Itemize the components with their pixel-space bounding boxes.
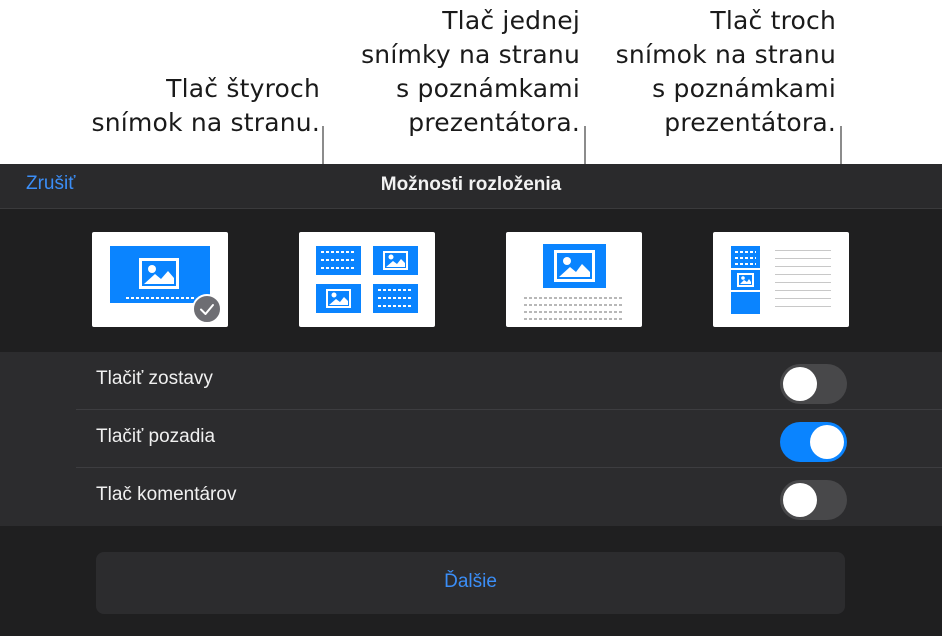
notes-line: [775, 306, 831, 307]
slide-preview: [373, 284, 418, 313]
callout-line: prezentátora.: [664, 108, 836, 137]
layout-options-sheet: Zrušiť Možnosti rozloženia Tlačiť zostav…: [0, 164, 942, 636]
notes-lines: [524, 304, 624, 306]
callout-line: snímok na stranu.: [91, 108, 320, 137]
checkmark-icon: [192, 294, 222, 324]
toggle-knob: [783, 367, 817, 401]
callout-line: s poznámkami: [652, 74, 836, 103]
slide-preview: [543, 244, 606, 288]
notes-line: [775, 290, 831, 291]
sheet-title: Možnosti rozloženia: [380, 174, 562, 195]
callout-line: Tlač štyroch: [166, 74, 320, 103]
notes-lines: [524, 311, 624, 313]
callout-line: Tlač troch: [710, 6, 836, 35]
callout-four-slides: Tlač štyroch snímok na stranu.: [92, 72, 320, 140]
callout-one-slide-notes: Tlač jednej snímky na stranu s poznámkam…: [361, 4, 580, 140]
print-builds-toggle[interactable]: [780, 364, 847, 404]
notes-line: [775, 298, 831, 299]
layout-thumb-four-slides[interactable]: [299, 232, 435, 327]
callout-line: Tlač jednej: [442, 6, 580, 35]
text-lines: [378, 297, 413, 299]
more-button-label: Ďalšie: [444, 571, 497, 592]
slide-preview: [316, 284, 361, 313]
option-row-print-builds: Tlačiť zostavy: [76, 352, 942, 410]
text-lines: [321, 259, 356, 261]
callout-line: prezentátora.: [408, 108, 580, 137]
text-lines: [735, 257, 756, 259]
options-list: Tlačiť zostavy Tlačiť pozadia Tlač komen…: [0, 352, 942, 526]
layout-thumb-three-slides-notes[interactable]: [713, 232, 849, 327]
option-label: Tlačiť pozadia: [96, 426, 216, 447]
notes-lines: [524, 297, 624, 299]
print-backgrounds-toggle[interactable]: [780, 422, 847, 462]
notes-lines: [524, 318, 624, 320]
notes-line: [775, 266, 831, 267]
image-icon: [139, 258, 179, 289]
callout-line: snímok na stranu: [615, 40, 836, 69]
callout-line: snímky na stranu: [361, 40, 580, 69]
text-lines: [126, 297, 194, 299]
text-lines: [735, 251, 756, 253]
callout-line: s poznámkami: [396, 74, 580, 103]
text-lines: [321, 251, 356, 253]
more-button[interactable]: Ďalšie: [96, 552, 845, 614]
notes-line: [775, 258, 831, 259]
option-label: Tlačiť zostavy: [96, 368, 213, 389]
slide-preview: [731, 246, 760, 268]
notes-line: [775, 282, 831, 283]
callout-three-slides-notes: Tlač troch snímok na stranu s poznámkami…: [616, 4, 836, 140]
notes-line: [775, 250, 831, 251]
slide-preview: [373, 246, 418, 275]
text-lines: [378, 305, 413, 307]
slide-preview: [731, 292, 760, 314]
print-comments-toggle[interactable]: [780, 480, 847, 520]
notes-line: [775, 274, 831, 275]
toggle-knob: [783, 483, 817, 517]
navigation-bar: Zrušiť Možnosti rozloženia: [0, 164, 942, 209]
toggle-knob: [810, 425, 844, 459]
text-lines: [321, 267, 356, 269]
text-lines: [735, 263, 756, 265]
slide-preview: [731, 270, 760, 290]
slide-preview: [316, 246, 361, 275]
slide-preview: [110, 246, 210, 303]
text-lines: [378, 289, 413, 291]
option-label: Tlač komentárov: [96, 484, 237, 505]
option-row-print-backgrounds: Tlačiť pozadia: [76, 410, 942, 468]
layout-thumb-one-slide-notes[interactable]: [506, 232, 642, 327]
option-row-print-comments: Tlač komentárov: [76, 468, 942, 526]
